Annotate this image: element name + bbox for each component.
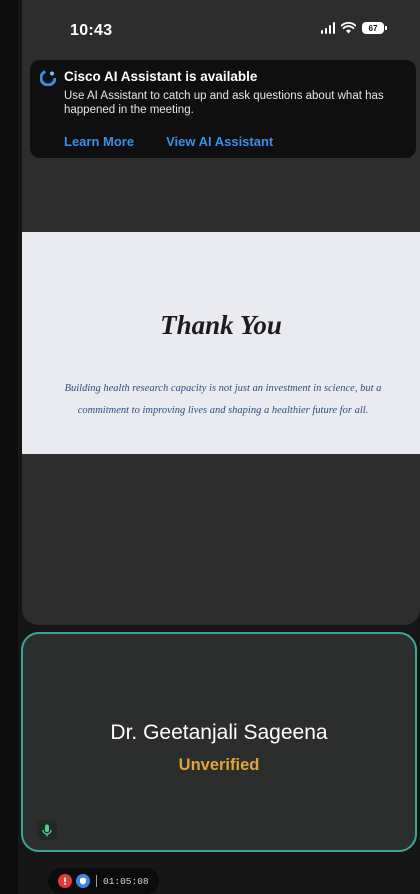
learn-more-link[interactable]: Learn More: [64, 134, 134, 149]
screen-edge: [0, 0, 18, 894]
participant-name: Dr. Geetanjali Sageena: [110, 721, 328, 744]
meeting-screen: 10:43 67 Cisco AI Assistant is available…: [0, 0, 420, 894]
ai-banner-title: Cisco AI Assistant is available: [64, 69, 258, 84]
slide-body-text: Building health research capacity is not…: [64, 383, 382, 416]
mic-icon: [37, 820, 57, 840]
status-icons: 67: [320, 22, 387, 34]
slide-title: Thank You: [160, 310, 282, 340]
participant-status: Unverified: [178, 756, 260, 774]
alert-icon[interactable]: [58, 874, 72, 888]
signal-icon: [320, 22, 335, 34]
ai-banner-description: Use AI Assistant to catch up and ask que…: [64, 90, 384, 116]
battery-icon: 67: [362, 22, 387, 34]
status-time: 10:43: [70, 22, 113, 39]
view-ai-assistant-link[interactable]: View AI Assistant: [166, 134, 273, 149]
divider: [96, 875, 97, 887]
meeting-status-bar[interactable]: 01:05:08: [48, 868, 159, 894]
status-bar: 10:43 67: [22, 0, 420, 60]
meeting-timer: 01:05:08: [103, 875, 149, 887]
ai-banner-actions: Learn More View AI Assistant: [64, 134, 273, 149]
shared-slide[interactable]: Thank You Building health research capac…: [22, 232, 420, 454]
shield-icon[interactable]: [76, 874, 90, 888]
wifi-icon: [341, 22, 356, 34]
participant-video-tile[interactable]: Dr. Geetanjali Sageena Unverified: [21, 632, 417, 852]
ai-assistant-banner[interactable]: Cisco AI Assistant is available Use AI A…: [30, 60, 416, 158]
ai-assistant-icon: [40, 70, 56, 86]
